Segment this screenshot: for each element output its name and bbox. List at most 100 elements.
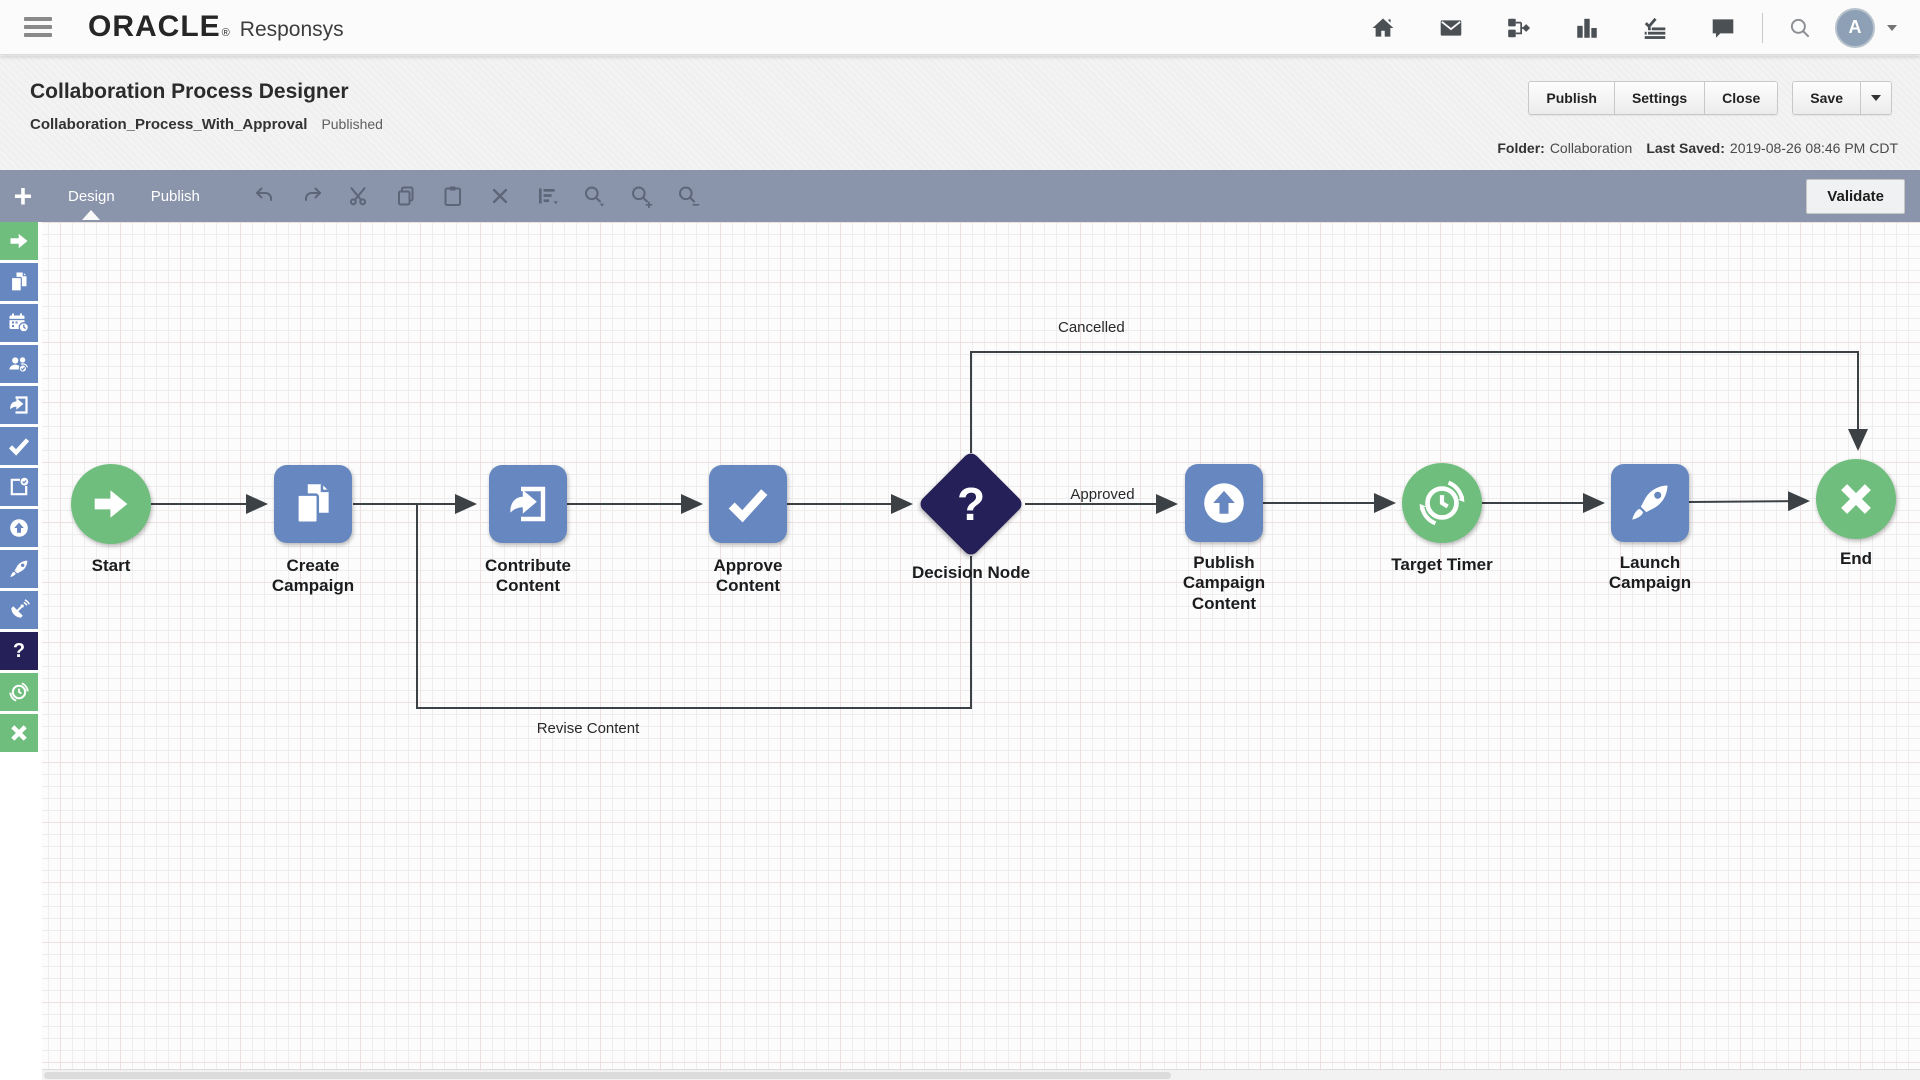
- active-tab-notch: [82, 209, 101, 220]
- close-button[interactable]: Close: [1705, 82, 1778, 114]
- app-bar: ORACLE ® Responsys A: [0, 0, 1920, 55]
- palette-timer[interactable]: [0, 673, 38, 711]
- palette-end[interactable]: [0, 714, 38, 752]
- palette-start-arrow[interactable]: [0, 222, 38, 260]
- palette-contribute-content[interactable]: [0, 386, 38, 424]
- collaboration-process-designer-app: ORACLE ® Responsys A Collaboration Proce…: [0, 0, 1920, 1080]
- document-row: Collaboration_Process_With_Approval Publ…: [30, 116, 383, 133]
- palette-review-document[interactable]: [0, 468, 38, 506]
- tab-publish[interactable]: Publish: [147, 173, 204, 220]
- zoom-select-icon[interactable]: [582, 184, 606, 208]
- zoom-out-icon[interactable]: [676, 184, 700, 208]
- scrollbar-thumb[interactable]: [44, 1072, 1171, 1079]
- tab-design[interactable]: Design: [64, 173, 119, 220]
- palette-schedule[interactable]: [0, 304, 38, 342]
- node-end[interactable]: [1816, 459, 1896, 539]
- program-icon[interactable]: [1506, 15, 1532, 41]
- timer-icon: [1419, 480, 1465, 526]
- edge-label-cancelled: Cancelled: [1058, 319, 1125, 336]
- status-badge: Published: [321, 116, 383, 132]
- question-mark-icon: ?: [12, 639, 26, 662]
- palette-team-approval[interactable]: [0, 345, 38, 383]
- product-name: Responsys: [239, 18, 344, 41]
- align-icon[interactable]: [535, 184, 559, 208]
- node-label-contribute-content: Contribute Content: [485, 556, 571, 596]
- node-launch-campaign[interactable]: [1611, 464, 1689, 542]
- checkmark-icon: [728, 489, 768, 523]
- publish-circle-arrow-icon: [1204, 483, 1244, 523]
- chat-icon[interactable]: [1710, 15, 1736, 41]
- undo-icon[interactable]: [253, 184, 277, 208]
- node-create-campaign[interactable]: [274, 465, 352, 543]
- node-label-decision: Decision Node: [911, 563, 1031, 582]
- page-header: Collaboration Process Designer Collabora…: [0, 56, 1920, 170]
- last-saved-label: Last Saved:: [1646, 140, 1725, 156]
- app-bar-actions: A: [1328, 0, 1897, 55]
- node-label-target-timer: Target Timer: [1391, 555, 1493, 574]
- node-label-publish-campaign-content: Publish Campaign Content: [1182, 553, 1266, 613]
- publish-button[interactable]: Publish: [1529, 82, 1615, 114]
- redo-icon[interactable]: [300, 184, 324, 208]
- folder-label: Folder:: [1497, 140, 1545, 156]
- rocket-icon: [1632, 485, 1668, 520]
- page-title: Collaboration Process Designer: [30, 80, 349, 103]
- caret-down-icon: [1871, 95, 1881, 101]
- paste-icon[interactable]: [441, 184, 465, 208]
- delete-icon[interactable]: [488, 184, 512, 208]
- page-actions: Publish Settings Close Save: [1528, 81, 1892, 115]
- settings-button[interactable]: Settings: [1614, 82, 1706, 114]
- node-label-launch-campaign: Launch Campaign: [1608, 553, 1692, 593]
- node-start[interactable]: [71, 464, 151, 544]
- horizontal-scrollbar[interactable]: [42, 1069, 1920, 1080]
- folder-info: Folder: Collaboration Last Saved: 2019-08-…: [1497, 140, 1898, 156]
- x-icon: [1841, 484, 1871, 514]
- home-icon[interactable]: [1370, 15, 1396, 41]
- analytics-icon[interactable]: [1574, 15, 1600, 41]
- hamburger-menu-icon[interactable]: [24, 17, 52, 37]
- palette-publish-content[interactable]: [0, 509, 38, 547]
- edge-label-revise-content: Revise Content: [536, 720, 640, 737]
- node-palette: ?: [0, 222, 42, 1080]
- palette-broadcast[interactable]: [0, 591, 38, 629]
- palette-launch-campaign[interactable]: [0, 550, 38, 588]
- avatar-caret-icon[interactable]: [1887, 24, 1897, 31]
- zoom-in-icon[interactable]: [629, 184, 653, 209]
- designer-toolbar: + Design Publish Validate: [0, 170, 1920, 222]
- oracle-logo: ORACLE: [88, 10, 221, 43]
- tasks-icon[interactable]: [1642, 15, 1668, 41]
- action-button-group: Publish Settings Close: [1528, 81, 1779, 115]
- brand: ORACLE ® Responsys: [88, 10, 344, 44]
- design-canvas[interactable]: [0, 222, 1920, 1080]
- palette-decision[interactable]: ?: [0, 632, 38, 670]
- search-icon[interactable]: [1787, 15, 1813, 41]
- documents-icon: [296, 484, 329, 524]
- registered-mark: ®: [221, 27, 230, 39]
- edge-label-approved: Approved: [1070, 486, 1135, 503]
- save-dropdown-caret[interactable]: [1861, 82, 1891, 114]
- save-button-group: Save: [1792, 81, 1892, 115]
- palette-approve-content[interactable]: [0, 427, 38, 465]
- node-label-approve-content: Approve Content: [713, 556, 783, 596]
- last-saved-value: 2019-08-26 08:46 PM CDT: [1729, 140, 1898, 156]
- save-button[interactable]: Save: [1793, 82, 1861, 114]
- document-name: Collaboration_Process_With_Approval: [30, 116, 308, 133]
- avatar-letter: A: [1848, 17, 1862, 37]
- cut-icon[interactable]: [347, 184, 371, 208]
- validate-button[interactable]: Validate: [1806, 179, 1905, 214]
- mail-icon[interactable]: [1438, 15, 1464, 41]
- app-bar-divider: [1762, 12, 1763, 43]
- node-publish-campaign-content[interactable]: [1185, 464, 1263, 542]
- arrow-right-icon: [94, 490, 128, 518]
- node-contribute-content[interactable]: [489, 465, 567, 543]
- node-label-end: End: [1839, 549, 1873, 568]
- contribute-icon: [510, 486, 546, 522]
- question-mark-icon: ?: [956, 477, 986, 530]
- node-label-create-campaign: Create Campaign: [271, 556, 355, 596]
- add-node-button[interactable]: +: [10, 180, 36, 212]
- node-label-start: Start: [91, 556, 131, 575]
- copy-icon[interactable]: [394, 184, 418, 208]
- node-approve-content[interactable]: [709, 465, 787, 543]
- node-target-timer[interactable]: [1402, 463, 1482, 543]
- avatar[interactable]: A: [1835, 7, 1875, 48]
- palette-create-campaign[interactable]: [0, 263, 38, 301]
